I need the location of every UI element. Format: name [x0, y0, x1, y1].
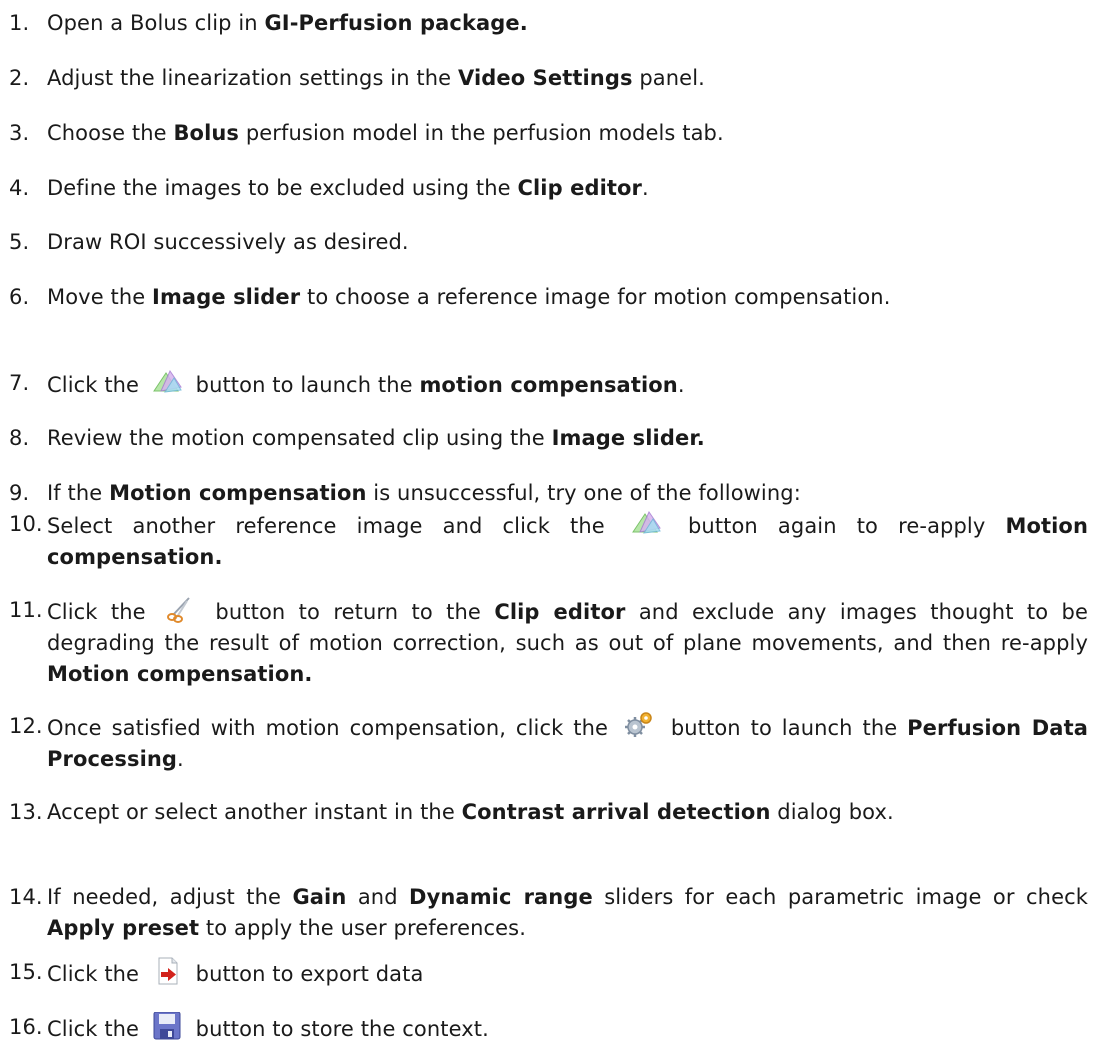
bold-term: Gain — [292, 885, 347, 909]
step-number: 9. — [9, 481, 30, 505]
step-text-fragment: If needed, adjust the — [47, 885, 293, 909]
step-text: Click the button to return to the Clip e… — [47, 595, 1088, 690]
step-text-fragment: to choose a reference image for motion c… — [300, 285, 891, 309]
step-text-fragment: button to launch the — [188, 373, 420, 397]
step-text: Adjust the linearization settings in the… — [47, 63, 1088, 94]
step-text-fragment: Click the — [47, 962, 146, 986]
step-number: 3. — [9, 121, 30, 145]
step-text: Select another reference image and click… — [47, 509, 1088, 573]
step-text-fragment: Accept or select another instant in the — [47, 800, 462, 824]
bold-term: Apply preset — [47, 916, 200, 940]
bold-term: GI-Perfusion package. — [264, 11, 528, 35]
scissors-icon — [165, 595, 195, 623]
step-number: 8. — [9, 426, 30, 450]
export-icon — [152, 957, 182, 985]
step-number: 1. — [9, 11, 30, 35]
step-number: 11. — [9, 598, 43, 622]
step-text-fragment: If the — [47, 481, 110, 505]
step-text-fragment: button to store the context. — [188, 1017, 489, 1041]
bold-term: Dynamic range — [409, 885, 593, 909]
step-text: Open a Bolus clip in GI-Perfusion packag… — [47, 8, 1088, 39]
step-text: Review the motion compensated clip using… — [47, 423, 1088, 454]
step-text-fragment: Once satisfied with motion compensation,… — [47, 716, 618, 740]
step-text-fragment: . — [177, 747, 184, 771]
motion-compensation-icon — [152, 368, 182, 396]
step-number: 16. — [9, 1015, 43, 1039]
save-icon — [152, 1012, 182, 1040]
step-text: Once satisfied with motion compensation,… — [47, 711, 1088, 775]
step-text-fragment: Draw ROI successively as desired. — [47, 230, 409, 254]
step-text-fragment: Click the — [47, 600, 160, 624]
step-text: Click the button to launch the motion co… — [47, 368, 1088, 401]
step-number: 4. — [9, 176, 30, 200]
step-text-fragment: sliders for each parametric image or che… — [592, 885, 1088, 909]
step-text: Move the Image slider to choose a refere… — [47, 282, 1088, 313]
bold-term: motion compensation — [419, 373, 678, 397]
step-number: 6. — [9, 285, 30, 309]
step-text: Choose the Bolus perfusion model in the … — [47, 118, 1088, 149]
bold-term: Image slider. — [551, 426, 705, 450]
step-text-fragment: dialog box. — [770, 800, 894, 824]
step-text-fragment: Review the motion compensated clip using… — [47, 426, 552, 450]
step-text-fragment: button to export data — [188, 962, 424, 986]
step-number: 15. — [9, 960, 43, 984]
step-number: 12. — [9, 714, 43, 738]
step-text-fragment: button to launch the — [660, 716, 908, 740]
step-text-fragment: button again to re-apply — [667, 514, 1006, 538]
step-text-fragment: Open a Bolus clip in — [47, 11, 265, 35]
step-text-fragment: to apply the user preferences. — [199, 916, 526, 940]
step-text-fragment: Click the — [47, 1017, 146, 1041]
step-text-fragment: and — [346, 885, 410, 909]
step-text-fragment: Move the — [47, 285, 153, 309]
bold-term: Video Settings — [457, 66, 633, 90]
step-number: 10. — [9, 512, 43, 536]
step-text-fragment: perfusion model in the perfusion models … — [239, 121, 724, 145]
gears-icon — [624, 711, 654, 739]
step-text-fragment: panel. — [632, 66, 705, 90]
step-number: 13. — [9, 800, 43, 824]
step-number: 2. — [9, 66, 30, 90]
step-text-fragment: Click the — [47, 373, 146, 397]
bold-term: Clip editor — [517, 176, 643, 200]
bold-term: Bolus — [173, 121, 240, 145]
step-number: 7. — [9, 371, 30, 395]
step-text: Define the images to be excluded using t… — [47, 173, 1088, 204]
step-text-fragment: is unsuccessful, try one of the followin… — [366, 481, 801, 505]
step-text-fragment: Define the images to be excluded using t… — [47, 176, 518, 200]
bold-term: Contrast arrival detection — [461, 800, 771, 824]
step-text: Draw ROI successively as desired. — [47, 227, 1088, 258]
bold-term: Motion compensation — [109, 481, 367, 505]
bold-term: Image slider — [152, 285, 301, 309]
step-text: If needed, adjust the Gain and Dynamic r… — [47, 882, 1088, 944]
step-text-fragment: . — [677, 373, 685, 397]
step-text: Click the button to export data — [47, 957, 1088, 990]
step-text-fragment: . — [642, 176, 649, 200]
step-text-fragment: Select another reference image and click… — [47, 514, 625, 538]
step-number: 5. — [9, 230, 30, 254]
step-text: Accept or select another instant in the … — [47, 797, 1088, 828]
bold-term: Motion compensation. — [47, 662, 313, 686]
motion-compensation-icon — [631, 509, 661, 537]
bold-term: Clip editor — [494, 600, 626, 624]
step-number: 14. — [9, 885, 43, 909]
step-text-fragment: Choose the — [47, 121, 174, 145]
step-text: Click the button to store the context. — [47, 1012, 1088, 1045]
step-text-fragment: Adjust the linearization settings in the — [47, 66, 458, 90]
step-text-fragment: button to return to the — [202, 600, 495, 624]
step-text: If the Motion compensation is unsuccessf… — [47, 478, 1088, 509]
